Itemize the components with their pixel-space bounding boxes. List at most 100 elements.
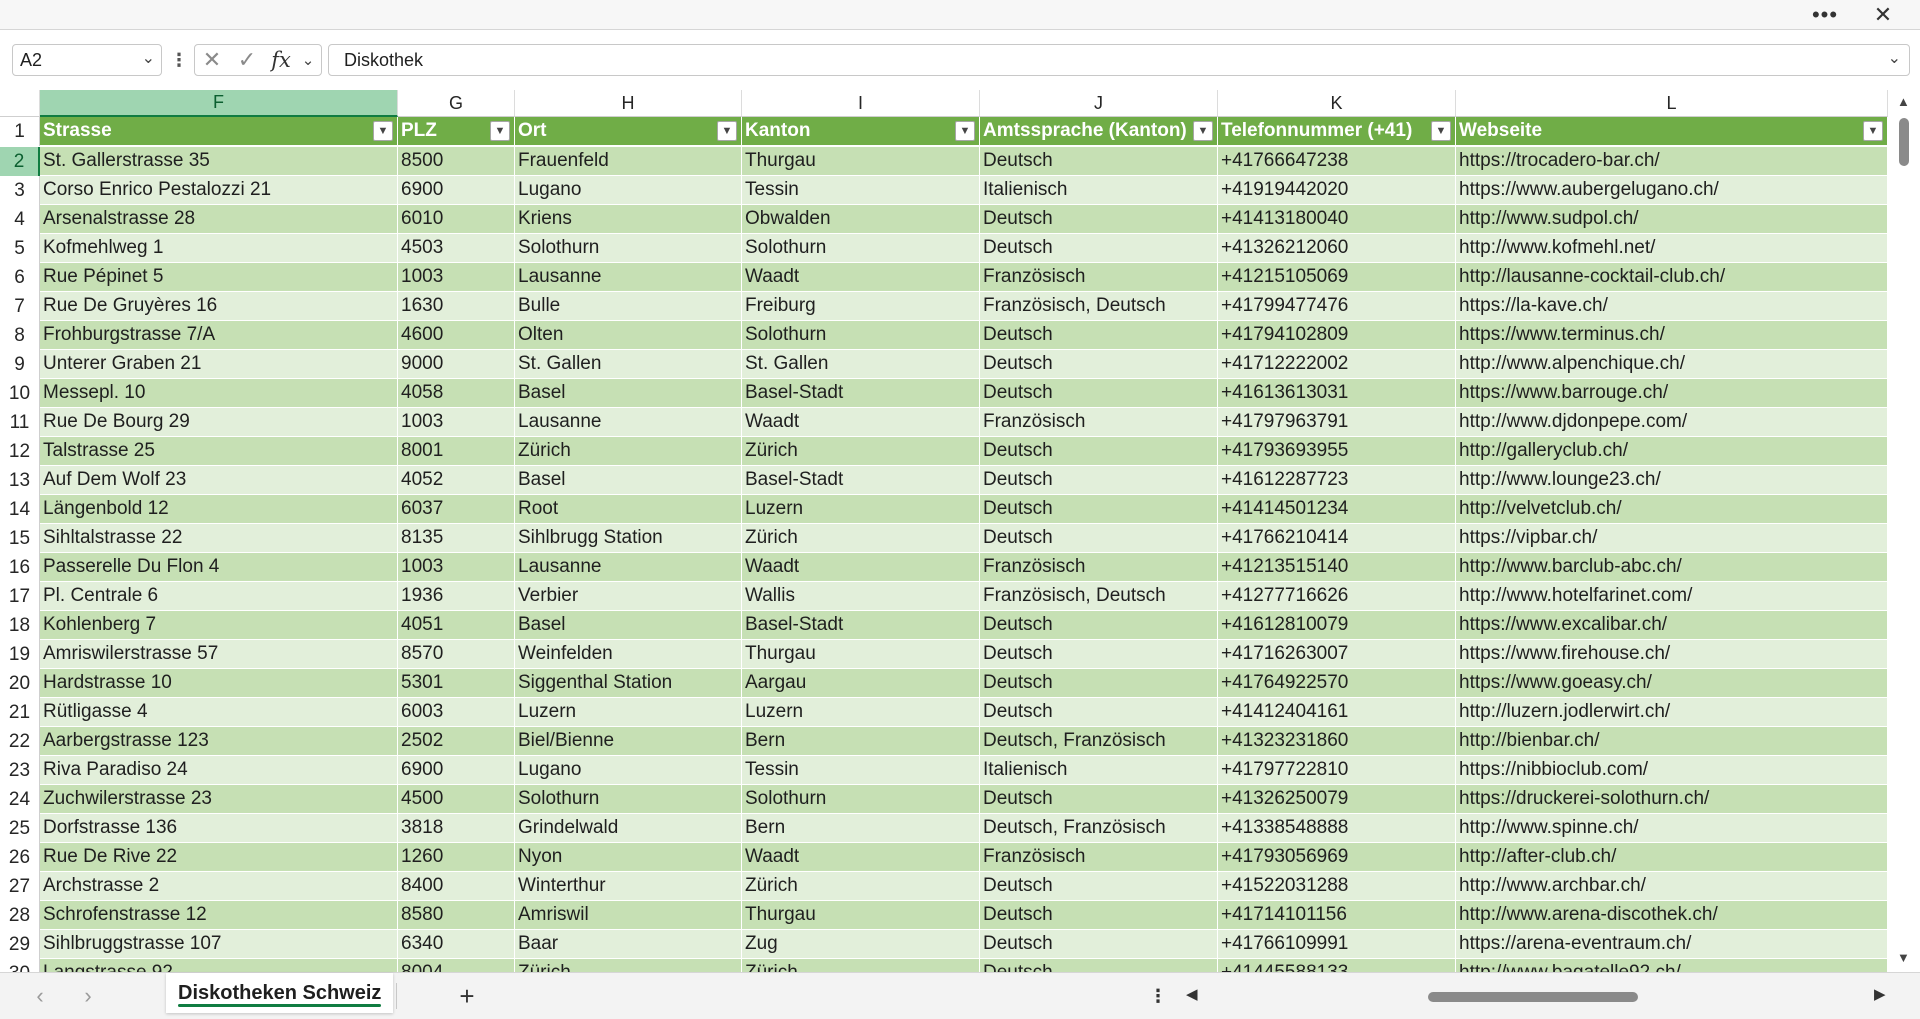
- table-cell[interactable]: +41714101156: [1218, 901, 1456, 930]
- more-options-button[interactable]: •••: [1802, 0, 1848, 30]
- table-cell[interactable]: Solothurn: [742, 234, 980, 263]
- table-cell[interactable]: +41716263007: [1218, 640, 1456, 669]
- row-number[interactable]: 4: [0, 205, 40, 234]
- table-cell[interactable]: Französisch, Deutsch: [980, 582, 1218, 611]
- table-cell[interactable]: Sihlbrugg Station: [515, 524, 742, 553]
- table-cell[interactable]: Thurgau: [742, 147, 980, 176]
- table-cell[interactable]: Deutsch: [980, 147, 1218, 176]
- table-cell[interactable]: https://www.excalibar.ch/: [1456, 611, 1888, 640]
- table-cell[interactable]: Deutsch: [980, 785, 1218, 814]
- table-cell[interactable]: Deutsch: [980, 466, 1218, 495]
- table-cell[interactable]: +41413180040: [1218, 205, 1456, 234]
- filter-dropdown-icon[interactable]: ▼: [490, 121, 510, 141]
- vertical-scrollbar[interactable]: ▲ ▼: [1888, 90, 1920, 972]
- table-cell[interactable]: Deutsch: [980, 872, 1218, 901]
- table-cell[interactable]: Basel-Stadt: [742, 466, 980, 495]
- table-cell[interactable]: Deutsch: [980, 901, 1218, 930]
- table-cell[interactable]: Biel/Bienne: [515, 727, 742, 756]
- next-sheet-button[interactable]: ›: [73, 981, 103, 1011]
- table-cell[interactable]: 1003: [398, 553, 515, 582]
- table-cell[interactable]: Dorfstrasse 136: [40, 814, 398, 843]
- row-number[interactable]: 2: [0, 147, 40, 176]
- table-cell[interactable]: 1260: [398, 843, 515, 872]
- filter-dropdown-icon[interactable]: ▼: [1431, 121, 1451, 141]
- table-cell[interactable]: Baar: [515, 930, 742, 959]
- table-cell[interactable]: https://la-kave.ch/: [1456, 292, 1888, 321]
- table-cell[interactable]: https://www.firehouse.ch/: [1456, 640, 1888, 669]
- table-cell[interactable]: Deutsch, Französisch: [980, 814, 1218, 843]
- table-cell[interactable]: Bulle: [515, 292, 742, 321]
- table-cell[interactable]: Frauenfeld: [515, 147, 742, 176]
- table-cell[interactable]: Thurgau: [742, 901, 980, 930]
- table-cell[interactable]: +41612287723: [1218, 466, 1456, 495]
- table-cell[interactable]: Basel-Stadt: [742, 611, 980, 640]
- column-header-g[interactable]: G: [398, 90, 515, 117]
- table-cell[interactable]: Zürich: [742, 872, 980, 901]
- table-cell[interactable]: Französisch: [980, 408, 1218, 437]
- table-cell[interactable]: 6010: [398, 205, 515, 234]
- table-cell[interactable]: Waadt: [742, 263, 980, 292]
- table-cell[interactable]: Deutsch: [980, 205, 1218, 234]
- table-cell[interactable]: Lausanne: [515, 408, 742, 437]
- table-cell[interactable]: Lugano: [515, 176, 742, 205]
- table-cell[interactable]: http://www.spinne.ch/: [1456, 814, 1888, 843]
- filter-dropdown-icon[interactable]: ▼: [717, 121, 737, 141]
- table-cell[interactable]: Italienisch: [980, 756, 1218, 785]
- table-cell[interactable]: 8580: [398, 901, 515, 930]
- table-cell[interactable]: Französisch: [980, 843, 1218, 872]
- table-cell[interactable]: Amriswil: [515, 901, 742, 930]
- table-cell[interactable]: Italienisch: [980, 176, 1218, 205]
- insert-function-icon[interactable]: fx: [265, 45, 297, 75]
- row-number[interactable]: 12: [0, 437, 40, 466]
- enter-icon[interactable]: ✓: [229, 45, 265, 75]
- table-cell[interactable]: St. Gallerstrasse 35: [40, 147, 398, 176]
- filter-dropdown-icon[interactable]: ▼: [955, 121, 975, 141]
- table-cell[interactable]: 3818: [398, 814, 515, 843]
- row-number[interactable]: 7: [0, 292, 40, 321]
- table-cell[interactable]: Lugano: [515, 756, 742, 785]
- table-cell[interactable]: http://velvetclub.ch/: [1456, 495, 1888, 524]
- table-cell[interactable]: https://www.terminus.ch/: [1456, 321, 1888, 350]
- table-cell[interactable]: Auf Dem Wolf 23: [40, 466, 398, 495]
- table-cell[interactable]: Deutsch: [980, 959, 1218, 972]
- table-cell[interactable]: http://www.kofmehl.net/: [1456, 234, 1888, 263]
- chevron-down-icon[interactable]: ⌄: [297, 45, 319, 75]
- scroll-right-icon[interactable]: ▶: [1874, 985, 1886, 1003]
- table-cell[interactable]: Deutsch: [980, 437, 1218, 466]
- header-cell[interactable]: Amtssprache (Kanton) ▼: [980, 117, 1218, 146]
- table-cell[interactable]: 8570: [398, 640, 515, 669]
- horizontal-scrollbar[interactable]: ◀ ▶: [1186, 981, 1886, 1011]
- table-cell[interactable]: Zürich: [742, 959, 980, 972]
- row-number[interactable]: 10: [0, 379, 40, 408]
- table-cell[interactable]: Solothurn: [515, 234, 742, 263]
- table-cell[interactable]: 5301: [398, 669, 515, 698]
- table-cell[interactable]: Rue De Gruyères 16: [40, 292, 398, 321]
- table-cell[interactable]: +41793056969: [1218, 843, 1456, 872]
- table-cell[interactable]: St. Gallen: [515, 350, 742, 379]
- column-header-h[interactable]: H: [515, 90, 742, 117]
- row-number[interactable]: 26: [0, 843, 40, 872]
- table-cell[interactable]: 4058: [398, 379, 515, 408]
- filter-dropdown-icon[interactable]: ▼: [1193, 121, 1213, 141]
- formula-bar-options-icon[interactable]: ⋮: [170, 44, 188, 76]
- table-cell[interactable]: Arsenalstrasse 28: [40, 205, 398, 234]
- table-cell[interactable]: Zug: [742, 930, 980, 959]
- table-cell[interactable]: 8135: [398, 524, 515, 553]
- table-cell[interactable]: http://www.sudpol.ch/: [1456, 205, 1888, 234]
- table-cell[interactable]: https://www.goeasy.ch/: [1456, 669, 1888, 698]
- table-cell[interactable]: Langstrasse 92: [40, 959, 398, 972]
- table-cell[interactable]: +41766210414: [1218, 524, 1456, 553]
- table-cell[interactable]: +41326250079: [1218, 785, 1456, 814]
- table-cell[interactable]: http://www.arena-discothek.ch/: [1456, 901, 1888, 930]
- table-cell[interactable]: https://druckerei-solothurn.ch/: [1456, 785, 1888, 814]
- table-cell[interactable]: St. Gallen: [742, 350, 980, 379]
- table-cell[interactable]: 1936: [398, 582, 515, 611]
- table-cell[interactable]: 8004: [398, 959, 515, 972]
- add-sheet-button[interactable]: +: [452, 981, 482, 1011]
- table-cell[interactable]: Basel: [515, 379, 742, 408]
- table-cell[interactable]: +41794102809: [1218, 321, 1456, 350]
- cancel-icon[interactable]: ✕: [195, 45, 229, 75]
- table-cell[interactable]: Deutsch: [980, 379, 1218, 408]
- expand-formula-icon[interactable]: ⌄: [1888, 48, 1901, 68]
- row-number[interactable]: 14: [0, 495, 40, 524]
